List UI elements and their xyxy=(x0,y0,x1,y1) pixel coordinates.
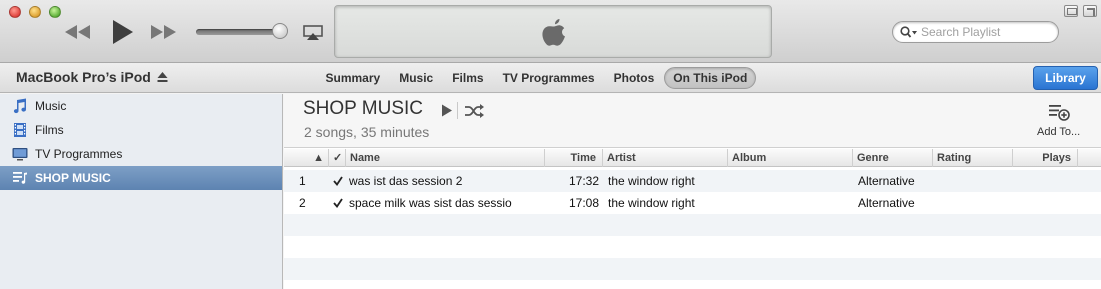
header-divider xyxy=(457,102,458,119)
column-header-plays[interactable]: Plays xyxy=(1013,149,1078,167)
tab-tv-programmes[interactable]: TV Programmes xyxy=(494,67,604,89)
tab-films[interactable]: Films xyxy=(443,67,492,89)
add-to-icon xyxy=(1049,105,1070,121)
airplay-icon xyxy=(303,25,323,40)
fast-forward-button[interactable] xyxy=(148,22,180,42)
add-to-button[interactable]: Add To... xyxy=(1028,103,1098,143)
now-playing-display xyxy=(334,5,772,58)
track-plays xyxy=(1013,192,1072,214)
sidebar-item-music[interactable]: Music xyxy=(0,94,282,118)
search-playlist-field[interactable] xyxy=(892,21,1059,43)
mini-player-button[interactable] xyxy=(1064,5,1078,17)
column-header-rating[interactable]: Rating xyxy=(933,149,1013,167)
track-plays xyxy=(1013,170,1072,192)
column-header-number[interactable]: ▲ xyxy=(284,149,329,167)
add-to-label: Add To... xyxy=(1037,126,1081,138)
transport-toolbar xyxy=(0,0,1101,63)
table-row[interactable]: 1 was ist das session 2 17:32 the window… xyxy=(284,170,1101,192)
volume-slider[interactable] xyxy=(196,23,288,39)
track-genre: Alternative xyxy=(858,174,915,188)
playlist-view: SHOP MUSIC 2 songs, 35 minutes Add To... xyxy=(284,94,1101,289)
library-button[interactable]: Library xyxy=(1033,66,1098,90)
track-time: 17:32 xyxy=(568,174,599,188)
rewind-icon xyxy=(65,25,90,39)
sidebar-item-label: TV Programmes xyxy=(35,147,123,161)
play-icon xyxy=(113,20,133,44)
apple-logo-icon xyxy=(542,19,565,46)
empty-row xyxy=(284,214,1101,236)
full-screen-button[interactable] xyxy=(1083,5,1097,17)
track-rating[interactable] xyxy=(938,170,1013,192)
track-time: 17:08 xyxy=(568,196,599,210)
tab-music[interactable]: Music xyxy=(390,67,442,89)
track-table-header: ▲ ✓ Name Time Artist Album Genre Rating … xyxy=(284,149,1101,167)
track-artist: the window right xyxy=(608,196,695,210)
playlist-header: SHOP MUSIC 2 songs, 35 minutes Add To... xyxy=(284,94,1101,148)
tab-on-this-ipod[interactable]: On This iPod xyxy=(664,67,757,89)
sidebar-item-label: Music xyxy=(35,99,67,113)
playlist-summary: 2 songs, 35 minutes xyxy=(304,124,430,140)
sort-ascending-icon: ▲ xyxy=(313,152,324,164)
device-name[interactable]: MacBook Pro’s iPod xyxy=(16,69,168,85)
track-artist: the window right xyxy=(608,174,695,188)
airplay-button[interactable] xyxy=(302,24,324,42)
empty-row xyxy=(284,258,1101,280)
track-genre: Alternative xyxy=(858,196,915,210)
device-bar: MacBook Pro’s iPod Summary Music Films T… xyxy=(0,63,1101,93)
column-header-album[interactable]: Album xyxy=(728,149,853,167)
sidebar-item-films[interactable]: Films xyxy=(0,118,282,142)
checkbox-checked-icon[interactable] xyxy=(333,198,343,208)
play-playlist-icon[interactable] xyxy=(441,104,453,117)
sidebar-item-tv-programmes[interactable]: TV Programmes xyxy=(0,142,282,166)
table-row[interactable]: 2 space milk was sist das sessio 17:08 t… xyxy=(284,192,1101,214)
track-name: space milk was sist das sessio xyxy=(349,196,512,210)
track-number: 2 xyxy=(299,196,306,210)
checkbox-checked-icon[interactable] xyxy=(333,176,343,186)
column-header-time[interactable]: Time xyxy=(545,149,603,167)
tab-summary[interactable]: Summary xyxy=(317,67,390,89)
sidebar-item-shop-music[interactable]: SHOP MUSIC xyxy=(0,166,282,190)
sidebar: Music Films TV Programmes SHOP MUSIC xyxy=(0,94,283,289)
track-album xyxy=(733,192,853,214)
volume-knob[interactable] xyxy=(272,23,288,39)
device-name-label: MacBook Pro’s iPod xyxy=(16,69,151,85)
film-icon xyxy=(14,123,26,137)
search-icon xyxy=(900,26,917,38)
tab-photos[interactable]: Photos xyxy=(605,67,664,89)
column-header-name[interactable]: Name xyxy=(346,149,545,167)
column-header-checked[interactable]: ✓ xyxy=(329,149,346,167)
playlist-icon xyxy=(13,172,27,184)
track-album xyxy=(733,170,853,192)
playlist-title: SHOP MUSIC xyxy=(303,98,424,119)
sidebar-item-label: SHOP MUSIC xyxy=(35,171,111,185)
column-header-artist[interactable]: Artist xyxy=(603,149,728,167)
empty-row xyxy=(284,236,1101,258)
empty-row xyxy=(284,280,1101,289)
sidebar-item-label: Films xyxy=(35,123,64,137)
fast-forward-icon xyxy=(151,25,176,39)
music-note-icon xyxy=(13,98,27,114)
track-number: 1 xyxy=(299,174,306,188)
track-name: was ist das session 2 xyxy=(349,174,463,188)
rewind-button[interactable] xyxy=(62,22,94,42)
device-tabs: Summary Music Films TV Programmes Photos… xyxy=(316,67,757,89)
shuffle-icon[interactable] xyxy=(464,103,484,119)
close-window-button[interactable] xyxy=(9,6,21,18)
minimize-window-button[interactable] xyxy=(29,6,41,18)
search-input[interactable] xyxy=(921,24,1053,40)
volume-track xyxy=(196,29,280,35)
track-rating[interactable] xyxy=(938,192,1013,214)
tv-icon xyxy=(12,148,28,161)
play-button[interactable] xyxy=(108,17,138,47)
zoom-window-button[interactable] xyxy=(49,6,61,18)
eject-icon[interactable] xyxy=(157,71,168,83)
column-header-genre[interactable]: Genre xyxy=(853,149,933,167)
